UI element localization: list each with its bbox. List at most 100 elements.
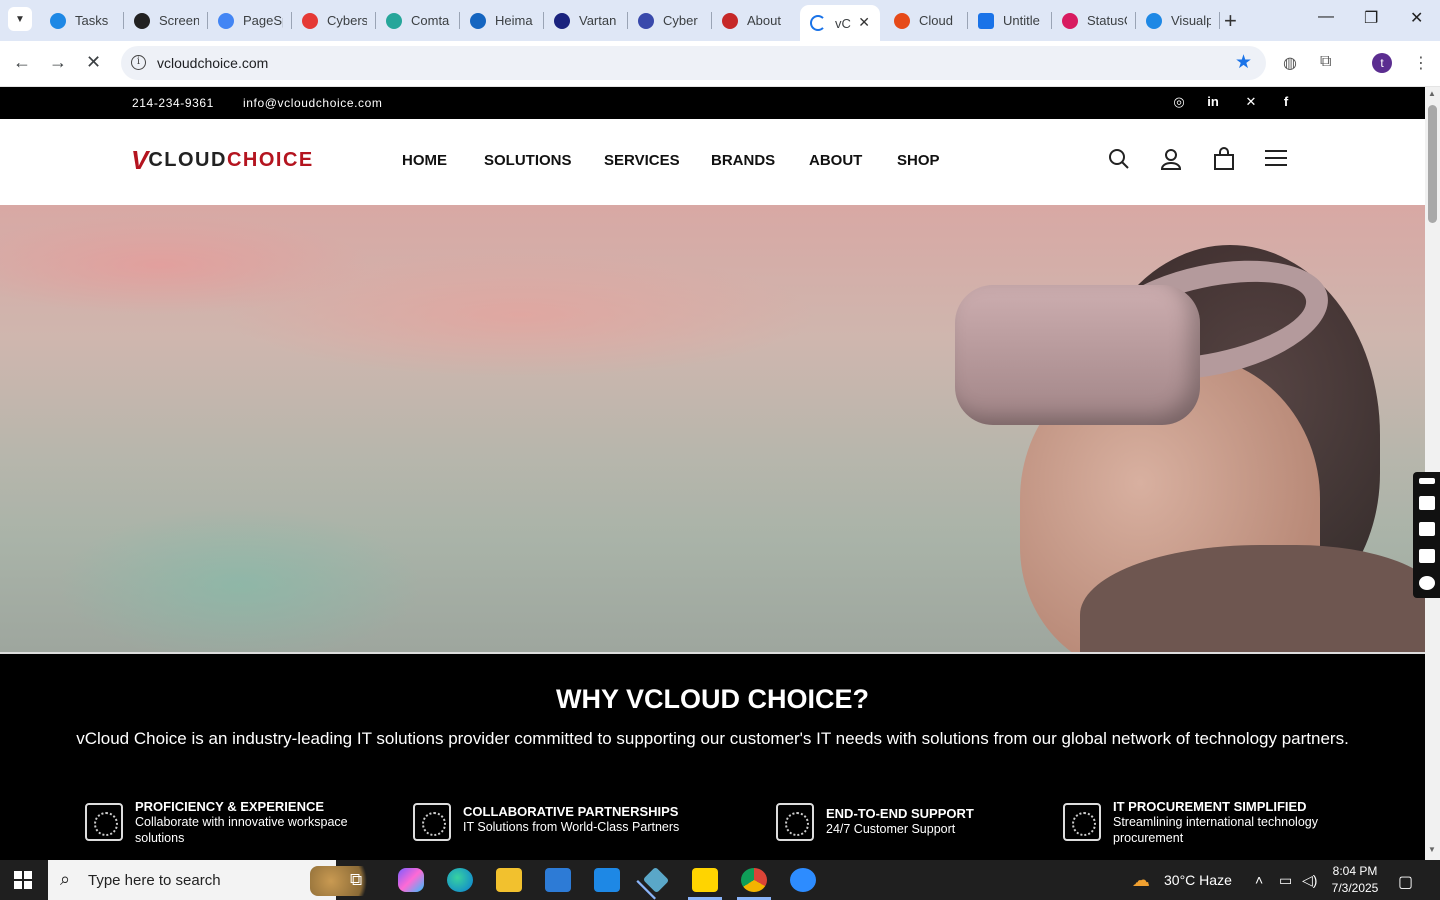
x-twitter-icon[interactable]: ✕ (1243, 94, 1259, 110)
tab-about[interactable]: About (712, 0, 796, 41)
show-hidden-icons-chevron-icon[interactable]: ˄ (1255, 872, 1263, 888)
copilot-icon[interactable] (398, 868, 424, 892)
weather-text[interactable]: 30°C Haze (1164, 872, 1232, 888)
tab-visualping[interactable]: Visualp (1136, 0, 1220, 41)
nav-brands[interactable]: BRANDS (711, 152, 775, 169)
tab-title: Untitle (1003, 13, 1040, 28)
app-diamond-icon[interactable] (642, 866, 670, 894)
scroll-down-icon[interactable]: ▼ (1428, 845, 1436, 854)
chevron-down-icon: ▼ (15, 13, 25, 25)
chrome-browser-icon[interactable] (737, 868, 771, 900)
hamburger-menu-icon[interactable] (1264, 147, 1288, 171)
tab-vartan[interactable]: Vartan (544, 0, 628, 41)
scroll-up-icon[interactable]: ▲ (1428, 89, 1436, 98)
partnership-network-icon (413, 803, 451, 841)
nav-services[interactable]: SERVICES (604, 152, 680, 169)
logo-word-cloud: CLOUD (148, 148, 227, 171)
tab-favicon-icon (302, 12, 318, 29)
tab-search-button[interactable]: ▼ (8, 7, 32, 31)
tab-cloud[interactable]: Cloud (884, 0, 968, 41)
scrollbar-thumb[interactable] (1428, 105, 1437, 223)
nav-home[interactable]: HOME (402, 152, 447, 169)
close-window-icon[interactable]: ✕ (1410, 8, 1423, 28)
browser-toolbar: ← → ✕ i vcloudchoice.com ★ ◍ ⧉ t ⋮ (0, 41, 1440, 87)
settings-gear-icon[interactable] (1419, 576, 1435, 590)
tab-status[interactable]: StatusC (1052, 0, 1136, 41)
feature-procurement: IT PROCUREMENT SIMPLIFIED Streamlining in… (1063, 799, 1338, 846)
volume-icon[interactable]: ◁) (1302, 872, 1317, 889)
nav-solutions[interactable]: SOLUTIONS (484, 152, 572, 169)
menu-kebab-icon[interactable]: ⋮ (1413, 53, 1429, 73)
tab-cybers[interactable]: Cybers (292, 0, 376, 41)
tab-heima[interactable]: Heima (460, 0, 544, 41)
shopping-bag-icon[interactable] (1212, 147, 1236, 171)
tab-pagespeed[interactable]: PageSp (208, 0, 292, 41)
nav-about[interactable]: ABOUT (809, 152, 862, 169)
logo-v: V (131, 145, 149, 175)
system-clock[interactable]: 8:04 PM 7/3/2025 (1330, 863, 1380, 897)
restore-icon[interactable]: ❐ (1364, 8, 1378, 28)
tab-favicon-icon (470, 12, 486, 29)
tab-favicon-icon (218, 12, 234, 29)
search-icon[interactable] (1107, 147, 1131, 171)
edge-browser-icon[interactable] (447, 868, 473, 892)
stop-loading-icon[interactable]: ✕ (86, 52, 101, 73)
windows-icon[interactable] (1419, 549, 1435, 563)
tab-vcloudchoice-active[interactable]: vC ✕ (800, 5, 880, 41)
bookmark-star-icon[interactable]: ★ (1235, 51, 1252, 74)
email-link[interactable]: info@vcloudchoice.com (243, 96, 383, 110)
video-camera-icon[interactable] (1419, 522, 1435, 536)
new-tab-icon[interactable]: + (1224, 8, 1237, 34)
tab-tasks[interactable]: Tasks (40, 0, 124, 41)
camera-icon[interactable] (1419, 496, 1435, 510)
user-account-icon[interactable] (1159, 147, 1183, 171)
extensions-puzzle-icon[interactable]: ⧉ (1320, 53, 1331, 71)
tab-untitled[interactable]: Untitle (968, 0, 1052, 41)
network-icon[interactable]: ▭ (1279, 872, 1292, 889)
windows-start-icon[interactable] (14, 871, 32, 889)
linkedin-icon[interactable]: in (1205, 94, 1221, 110)
microsoft-store-icon[interactable] (545, 868, 571, 892)
hero-vr-headset (955, 285, 1200, 425)
phone-link[interactable]: 214-234-9361 (132, 96, 214, 110)
feature-title: PROFICIENCY & EXPERIENCE (135, 799, 325, 814)
toolbar-handle-icon[interactable] (1419, 478, 1435, 484)
tab-favicon-icon (554, 12, 570, 29)
support-icon (776, 803, 814, 841)
tab-favicon-icon (1146, 12, 1162, 29)
site-info-icon[interactable]: i (131, 55, 146, 70)
notification-center-icon[interactable]: ▢ (1398, 872, 1413, 892)
feature-title: IT PROCUREMENT SIMPLIFIED (1113, 799, 1307, 814)
facebook-icon[interactable]: f (1278, 94, 1294, 110)
weather-icon: ☁ (1132, 870, 1150, 890)
tab-cyber[interactable]: Cyber (628, 0, 712, 41)
feature-title: COLLABORATIVE PARTNERSHIPS (463, 804, 679, 819)
site-logo[interactable]: V CLOUD CHOICE (131, 147, 314, 173)
tab-screen[interactable]: Screen (124, 0, 208, 41)
procurement-document-icon (1063, 803, 1101, 841)
address-bar[interactable]: i vcloudchoice.com ★ (121, 46, 1266, 80)
minimize-icon[interactable]: — (1318, 8, 1334, 26)
feature-proficiency: PROFICIENCY & EXPERIENCE Collaborate with… (85, 799, 360, 846)
close-tab-icon[interactable]: ✕ (858, 14, 870, 31)
feature-subtitle: Streamlining international technology pr… (1113, 815, 1318, 845)
url-text: vcloudchoice.com (157, 55, 269, 71)
tab-title: vC (835, 15, 851, 31)
taskbar-search-placeholder: Type here to search (88, 872, 221, 889)
clock-date: 7/3/2025 (1331, 881, 1379, 895)
instagram-icon[interactable]: ◎ (1171, 94, 1187, 110)
nav-shop[interactable]: SHOP (897, 152, 940, 169)
translate-icon[interactable]: ◍ (1283, 53, 1297, 73)
mail-icon[interactable] (594, 868, 620, 892)
tab-favicon-icon (638, 12, 654, 29)
file-explorer-icon[interactable] (496, 868, 522, 892)
search-highlight-illustration (310, 866, 380, 896)
tab-comta[interactable]: Comta (376, 0, 460, 41)
profile-avatar[interactable]: t (1372, 53, 1392, 73)
task-view-icon[interactable]: ⧉ (350, 870, 362, 890)
forward-arrow-icon[interactable]: → (49, 52, 67, 73)
back-arrow-icon[interactable]: ← (13, 52, 31, 73)
sticky-notes-icon[interactable] (688, 868, 722, 900)
taskbar-search-box[interactable]: ⌕ Type here to search (48, 860, 380, 900)
zoom-icon[interactable] (790, 868, 816, 892)
